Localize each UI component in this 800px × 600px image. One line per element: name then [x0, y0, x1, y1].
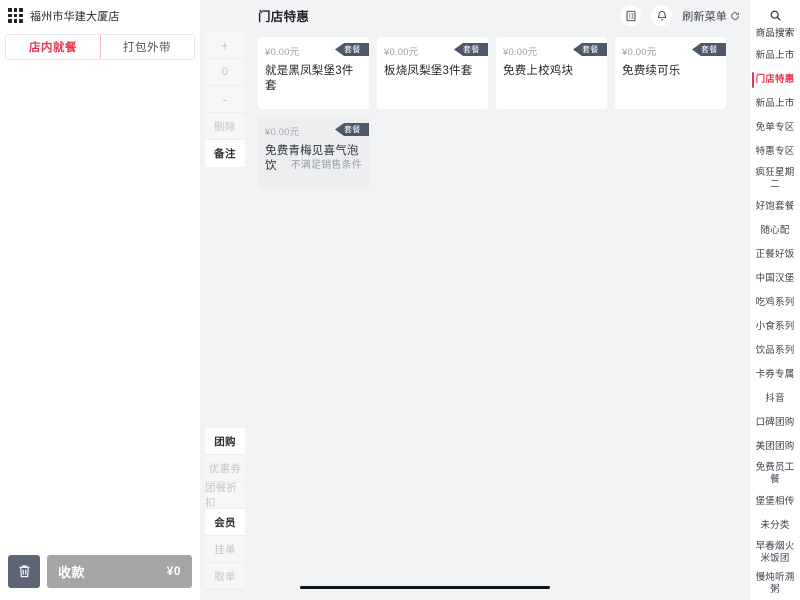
- bell-icon: [657, 10, 666, 20]
- category-item[interactable]: 吃鸡系列: [750, 291, 800, 315]
- category-rail[interactable]: 商品搜索 新品上市 门店特惠 新品上市 免单专区 特惠专区 疯狂星期二 好饱套餐…: [750, 0, 800, 600]
- category-item[interactable]: 免单专区: [750, 116, 800, 140]
- order-panel: 福州市华建大厦店 店内就餐 打包外带 收款 ¥0: [0, 0, 200, 600]
- product-name: 板烧凤梨堡3件套: [384, 65, 473, 77]
- category-item[interactable]: 饮品系列: [750, 339, 800, 363]
- action-member[interactable]: 会员: [205, 509, 245, 536]
- action-retrieve-order[interactable]: 取单: [205, 563, 245, 590]
- order-item-list[interactable]: [0, 60, 200, 542]
- category-item[interactable]: 抖音: [750, 387, 800, 411]
- numpad-remark-button[interactable]: 备注: [205, 140, 245, 167]
- product-grid: ¥0.00元 套餐 就是黑凤梨堡3件套 ¥0.00元 套餐 板烧凤梨堡3件套 ¥…: [258, 37, 750, 189]
- pos-app: 福州市华建大厦店 店内就餐 打包外带 收款 ¥0 + 0 - 删除 备注 团购 …: [0, 0, 800, 600]
- horizontal-scrollbar[interactable]: [300, 586, 550, 589]
- refresh-icon: [731, 11, 739, 20]
- category-item[interactable]: 疯狂星期二: [750, 164, 800, 195]
- product-card-disabled: ¥0.00元 套餐 免费青梅见喜气泡饮 不满足销售条件: [258, 117, 369, 189]
- product-header: 门店特惠 刷新菜单: [250, 0, 750, 31]
- product-search-button[interactable]: 商品搜索: [750, 0, 800, 44]
- order-list-button[interactable]: [620, 5, 642, 26]
- refresh-menu-button[interactable]: 刷新菜单: [682, 8, 740, 24]
- tab-takeaway[interactable]: 打包外带: [100, 35, 194, 59]
- product-card[interactable]: ¥0.00元 套餐 免费续可乐: [615, 37, 726, 109]
- trash-icon: [19, 565, 29, 578]
- category-item[interactable]: 未分类: [750, 514, 800, 538]
- action-coupon[interactable]: 优惠券: [205, 455, 245, 482]
- category-item[interactable]: 免费员工餐: [750, 459, 800, 490]
- category-item[interactable]: 慢炖听溯粥: [750, 569, 800, 600]
- grid-apps-icon[interactable]: [8, 8, 23, 23]
- notifications-button[interactable]: [651, 5, 673, 26]
- refresh-menu-label: 刷新菜单: [682, 10, 727, 23]
- product-card[interactable]: ¥0.00元 套餐 免费上校鸡块: [496, 37, 607, 109]
- order-list-icon: [626, 10, 636, 21]
- product-name: 免费续可乐: [622, 65, 681, 77]
- category-item[interactable]: 口碑团购: [750, 411, 800, 435]
- action-group-buy[interactable]: 团购: [205, 428, 245, 455]
- store-name: 福州市华建大厦店: [30, 10, 120, 23]
- category-item[interactable]: 中国汉堡: [750, 267, 800, 291]
- category-item[interactable]: 好饱套餐: [750, 195, 800, 219]
- product-scroll-area[interactable]: ¥0.00元 套餐 就是黑凤梨堡3件套 ¥0.00元 套餐 板烧凤梨堡3件套 ¥…: [250, 31, 750, 600]
- category-item[interactable]: 特惠专区: [750, 140, 800, 164]
- search-icon: [770, 10, 781, 21]
- page-title: 门店特惠: [258, 10, 310, 24]
- category-item[interactable]: 早春烟火米饭团: [750, 538, 800, 569]
- side-action-group: 团购 优惠券 团餐折扣 会员 挂单 取单: [205, 428, 245, 590]
- category-item[interactable]: 小食系列: [750, 315, 800, 339]
- tab-dine-in[interactable]: 店内就餐: [6, 35, 101, 59]
- category-item[interactable]: 堡堡相传: [750, 490, 800, 514]
- category-item[interactable]: 正餐好饭: [750, 243, 800, 267]
- action-group-meal-discount[interactable]: 团餐折扣: [205, 482, 245, 509]
- checkout-bar: 收款 ¥0: [0, 542, 200, 600]
- action-hold-order[interactable]: 挂单: [205, 536, 245, 563]
- numpad-delete-button[interactable]: 删除: [205, 113, 245, 140]
- product-card[interactable]: ¥0.00元 套餐 就是黑凤梨堡3件套: [258, 37, 369, 109]
- category-item[interactable]: 美团团购: [750, 435, 800, 459]
- product-unavailable-note: 不满足销售条件: [290, 160, 362, 171]
- product-name: 就是黑凤梨堡3件套: [265, 65, 354, 92]
- product-area: 门店特惠 刷新菜单 ¥0.00元 套餐 就是黑凤梨堡3件套 ¥0.00元 套餐 …: [250, 0, 750, 600]
- dining-mode-tabs: 店内就餐 打包外带: [5, 34, 195, 60]
- category-item-active[interactable]: 门店特惠: [750, 68, 800, 92]
- category-item[interactable]: 新品上市: [750, 92, 800, 116]
- numpad-plus-button[interactable]: +: [205, 32, 245, 59]
- store-header: 福州市华建大厦店: [0, 0, 200, 31]
- product-card[interactable]: ¥0.00元 套餐 板烧凤梨堡3件套: [377, 37, 488, 109]
- category-item[interactable]: 新品上市: [750, 44, 800, 68]
- product-name: 免费上校鸡块: [503, 65, 574, 77]
- numpad-minus-button[interactable]: -: [205, 86, 245, 113]
- numpad-column: + 0 - 删除 备注 团购 优惠券 团餐折扣 会员 挂单 取单: [200, 0, 250, 600]
- category-item[interactable]: 卡券专属: [750, 363, 800, 387]
- pay-label: 收款: [58, 564, 86, 580]
- header-actions: 刷新菜单: [620, 5, 740, 26]
- numpad-zero-button[interactable]: 0: [205, 59, 245, 86]
- product-search-label: 商品搜索: [755, 27, 795, 39]
- pay-button[interactable]: 收款 ¥0: [47, 554, 192, 588]
- category-item[interactable]: 随心配: [750, 219, 800, 243]
- clear-order-button[interactable]: [8, 554, 40, 588]
- pay-amount: ¥0: [166, 564, 181, 578]
